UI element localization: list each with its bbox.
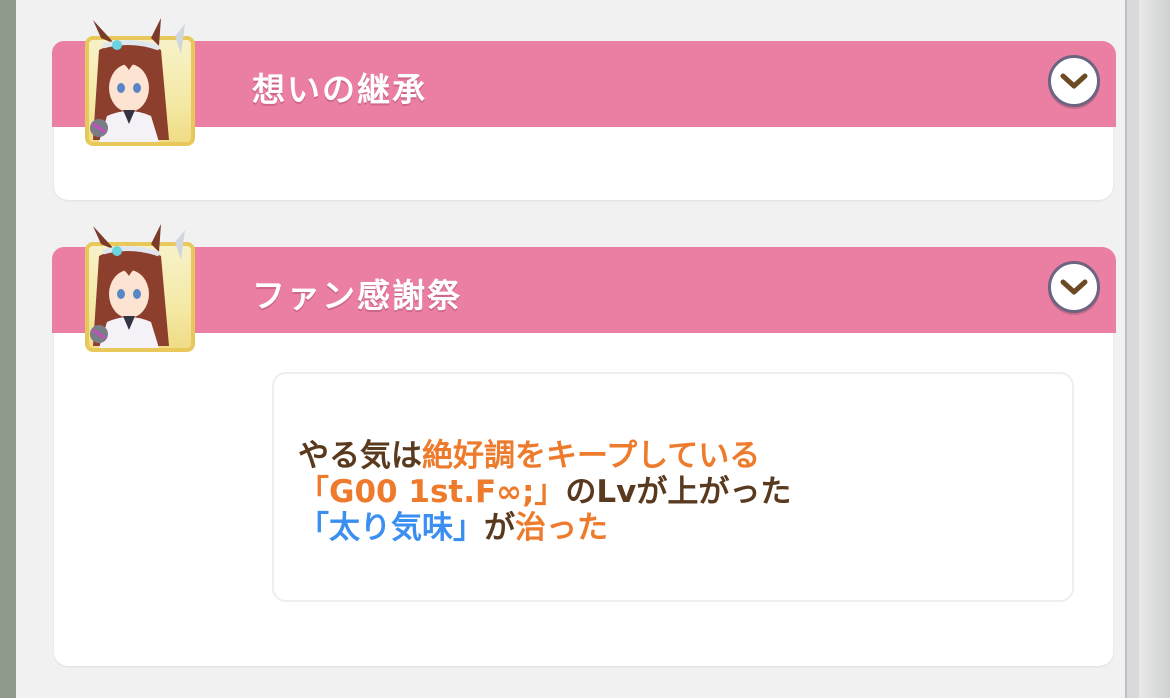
event-header-fan-appreciation[interactable]: ファン感謝祭 <box>52 247 1116 333</box>
character-portrait <box>85 224 195 352</box>
character-portrait-art <box>90 224 185 348</box>
event-effects-box: やる気は絶好調をキープしている 「G00 1st.F∞;」のLvが上がった 「太… <box>272 372 1074 602</box>
effect-line-skill: 「G00 1st.F∞;」のLvが上がった <box>298 474 791 510</box>
expand-button[interactable] <box>1048 55 1100 107</box>
effect-line-condition: 「太り気味」が治った <box>298 510 791 546</box>
chevron-down-icon <box>1060 279 1088 295</box>
effect-subject: やる気は <box>298 438 422 474</box>
background-edge <box>1139 0 1170 698</box>
expand-button[interactable] <box>1048 261 1100 313</box>
effect-highlight: 治った <box>515 510 608 546</box>
condition-name: 「太り気味」 <box>298 510 484 546</box>
effect-highlight: 絶好調をキープしている <box>422 438 761 474</box>
effect-result: のLvが上がった <box>565 474 792 510</box>
effect-particle: が <box>484 510 515 546</box>
effect-line-motivation: やる気は絶好調をキープしている <box>298 438 791 474</box>
event-title: 想いの継承 <box>252 70 427 109</box>
event-effects-text: やる気は絶好調をキープしている 「G00 1st.F∞;」のLvが上がった 「太… <box>298 438 791 546</box>
event-header-inheritance[interactable]: 想いの継承 <box>52 41 1116 127</box>
skill-name: 「G00 1st.F∞;」 <box>298 474 566 510</box>
character-portrait-art <box>90 18 185 142</box>
character-portrait <box>85 18 195 146</box>
event-title: ファン感謝祭 <box>252 276 462 315</box>
chevron-down-icon <box>1060 73 1088 89</box>
